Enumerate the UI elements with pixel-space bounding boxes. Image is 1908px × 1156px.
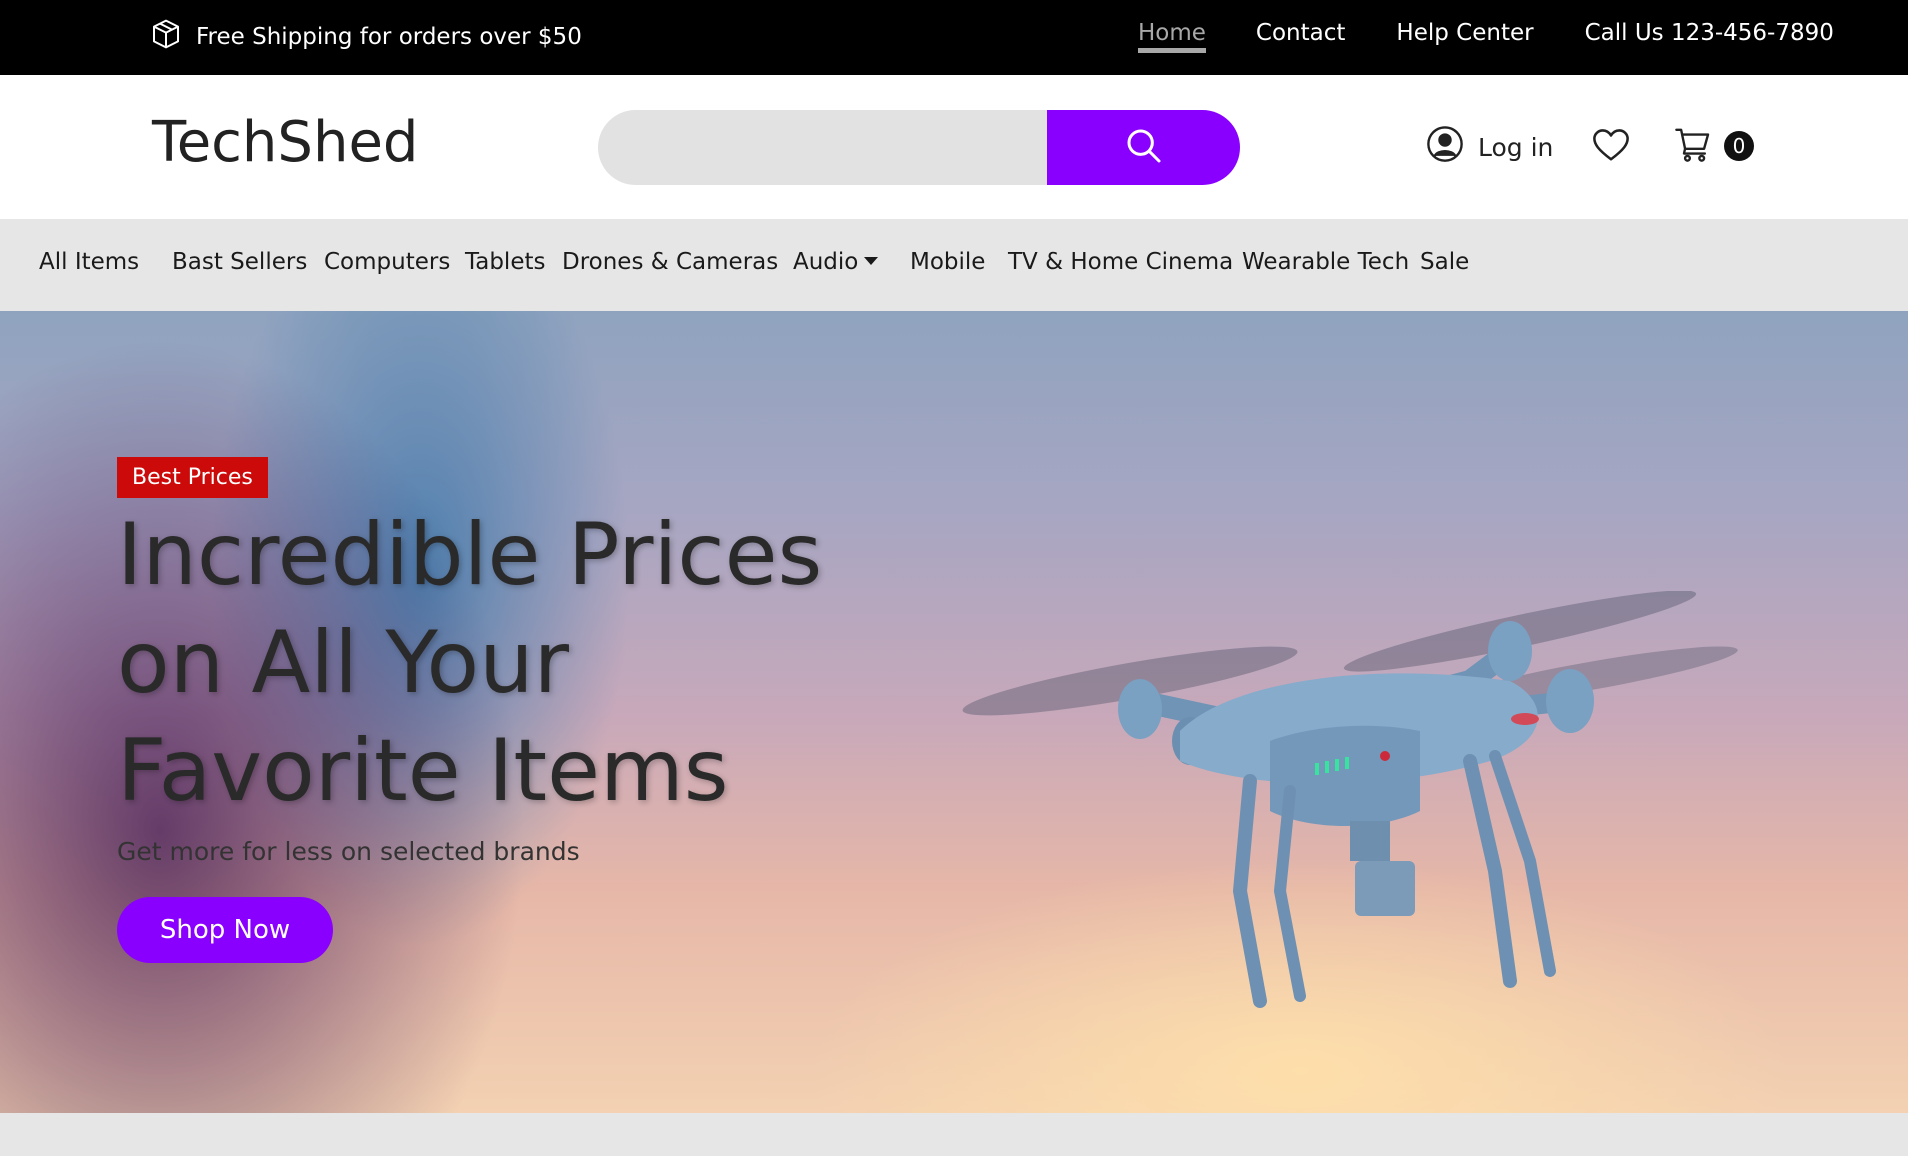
hero-headline: Incredible Prices on All Your Favorite I… [117, 501, 837, 825]
heart-icon [1592, 129, 1630, 167]
nav-link-call-us[interactable]: Call Us 123-456-7890 [1585, 20, 1834, 53]
search-bar [598, 110, 1240, 185]
cart-button[interactable]: 0 [1674, 125, 1754, 167]
page-bottom-strip [0, 1113, 1908, 1156]
cart-count-badge: 0 [1724, 131, 1754, 161]
login-link[interactable]: Log in [1426, 125, 1553, 169]
wishlist-button[interactable] [1592, 127, 1630, 167]
shop-now-button[interactable]: Shop Now [117, 897, 333, 963]
category-tv-home-cinema[interactable]: TV & Home Cinema [1008, 249, 1233, 275]
hero-headline-line-2: on All Your [117, 613, 570, 713]
category-drones-cameras[interactable]: Drones & Cameras [562, 249, 778, 275]
category-audio-dropdown[interactable]: Audio [793, 249, 879, 275]
category-all-items[interactable]: All Items [39, 249, 139, 275]
login-label: Log in [1478, 132, 1554, 162]
shipping-notice: Free Shipping for orders over $50 [150, 18, 582, 56]
category-computers[interactable]: Computers [324, 249, 450, 275]
search-button[interactable] [1047, 110, 1240, 185]
best-prices-badge: Best Prices [117, 457, 268, 498]
site-header: TechShed Log in 0 [0, 75, 1908, 219]
category-wearable-tech[interactable]: Wearable Tech [1242, 249, 1409, 275]
category-best-sellers[interactable]: Bast Sellers [172, 249, 307, 275]
category-sale[interactable]: Sale [1420, 249, 1469, 275]
shipping-text: Free Shipping for orders over $50 [196, 24, 582, 50]
category-nav: All Items Bast Sellers Computers Tablets… [0, 219, 1908, 311]
cart-icon [1674, 125, 1712, 167]
user-icon [1426, 125, 1464, 169]
category-tablets[interactable]: Tablets [465, 249, 545, 275]
top-bar: Free Shipping for orders over $50 Home C… [0, 0, 1908, 75]
hero-banner: Best Prices Incredible Prices on All You… [0, 311, 1908, 1113]
box-icon [150, 18, 182, 56]
search-input[interactable] [598, 110, 1047, 185]
hero-headline-line-3: Favorite Items [117, 721, 729, 821]
caret-down-icon [864, 256, 879, 265]
hero-headline-line-1: Incredible Prices [117, 505, 823, 605]
category-mobile[interactable]: Mobile [910, 249, 985, 275]
nav-link-home[interactable]: Home [1138, 20, 1206, 53]
search-icon [1124, 126, 1164, 170]
category-audio-label: Audio [793, 249, 859, 275]
hero-subtitle: Get more for less on selected brands [117, 837, 580, 866]
drone-image [962, 591, 1738, 1008]
site-logo[interactable]: TechShed [152, 110, 418, 175]
nav-link-help-center[interactable]: Help Center [1396, 20, 1533, 53]
nav-link-contact[interactable]: Contact [1256, 20, 1345, 53]
